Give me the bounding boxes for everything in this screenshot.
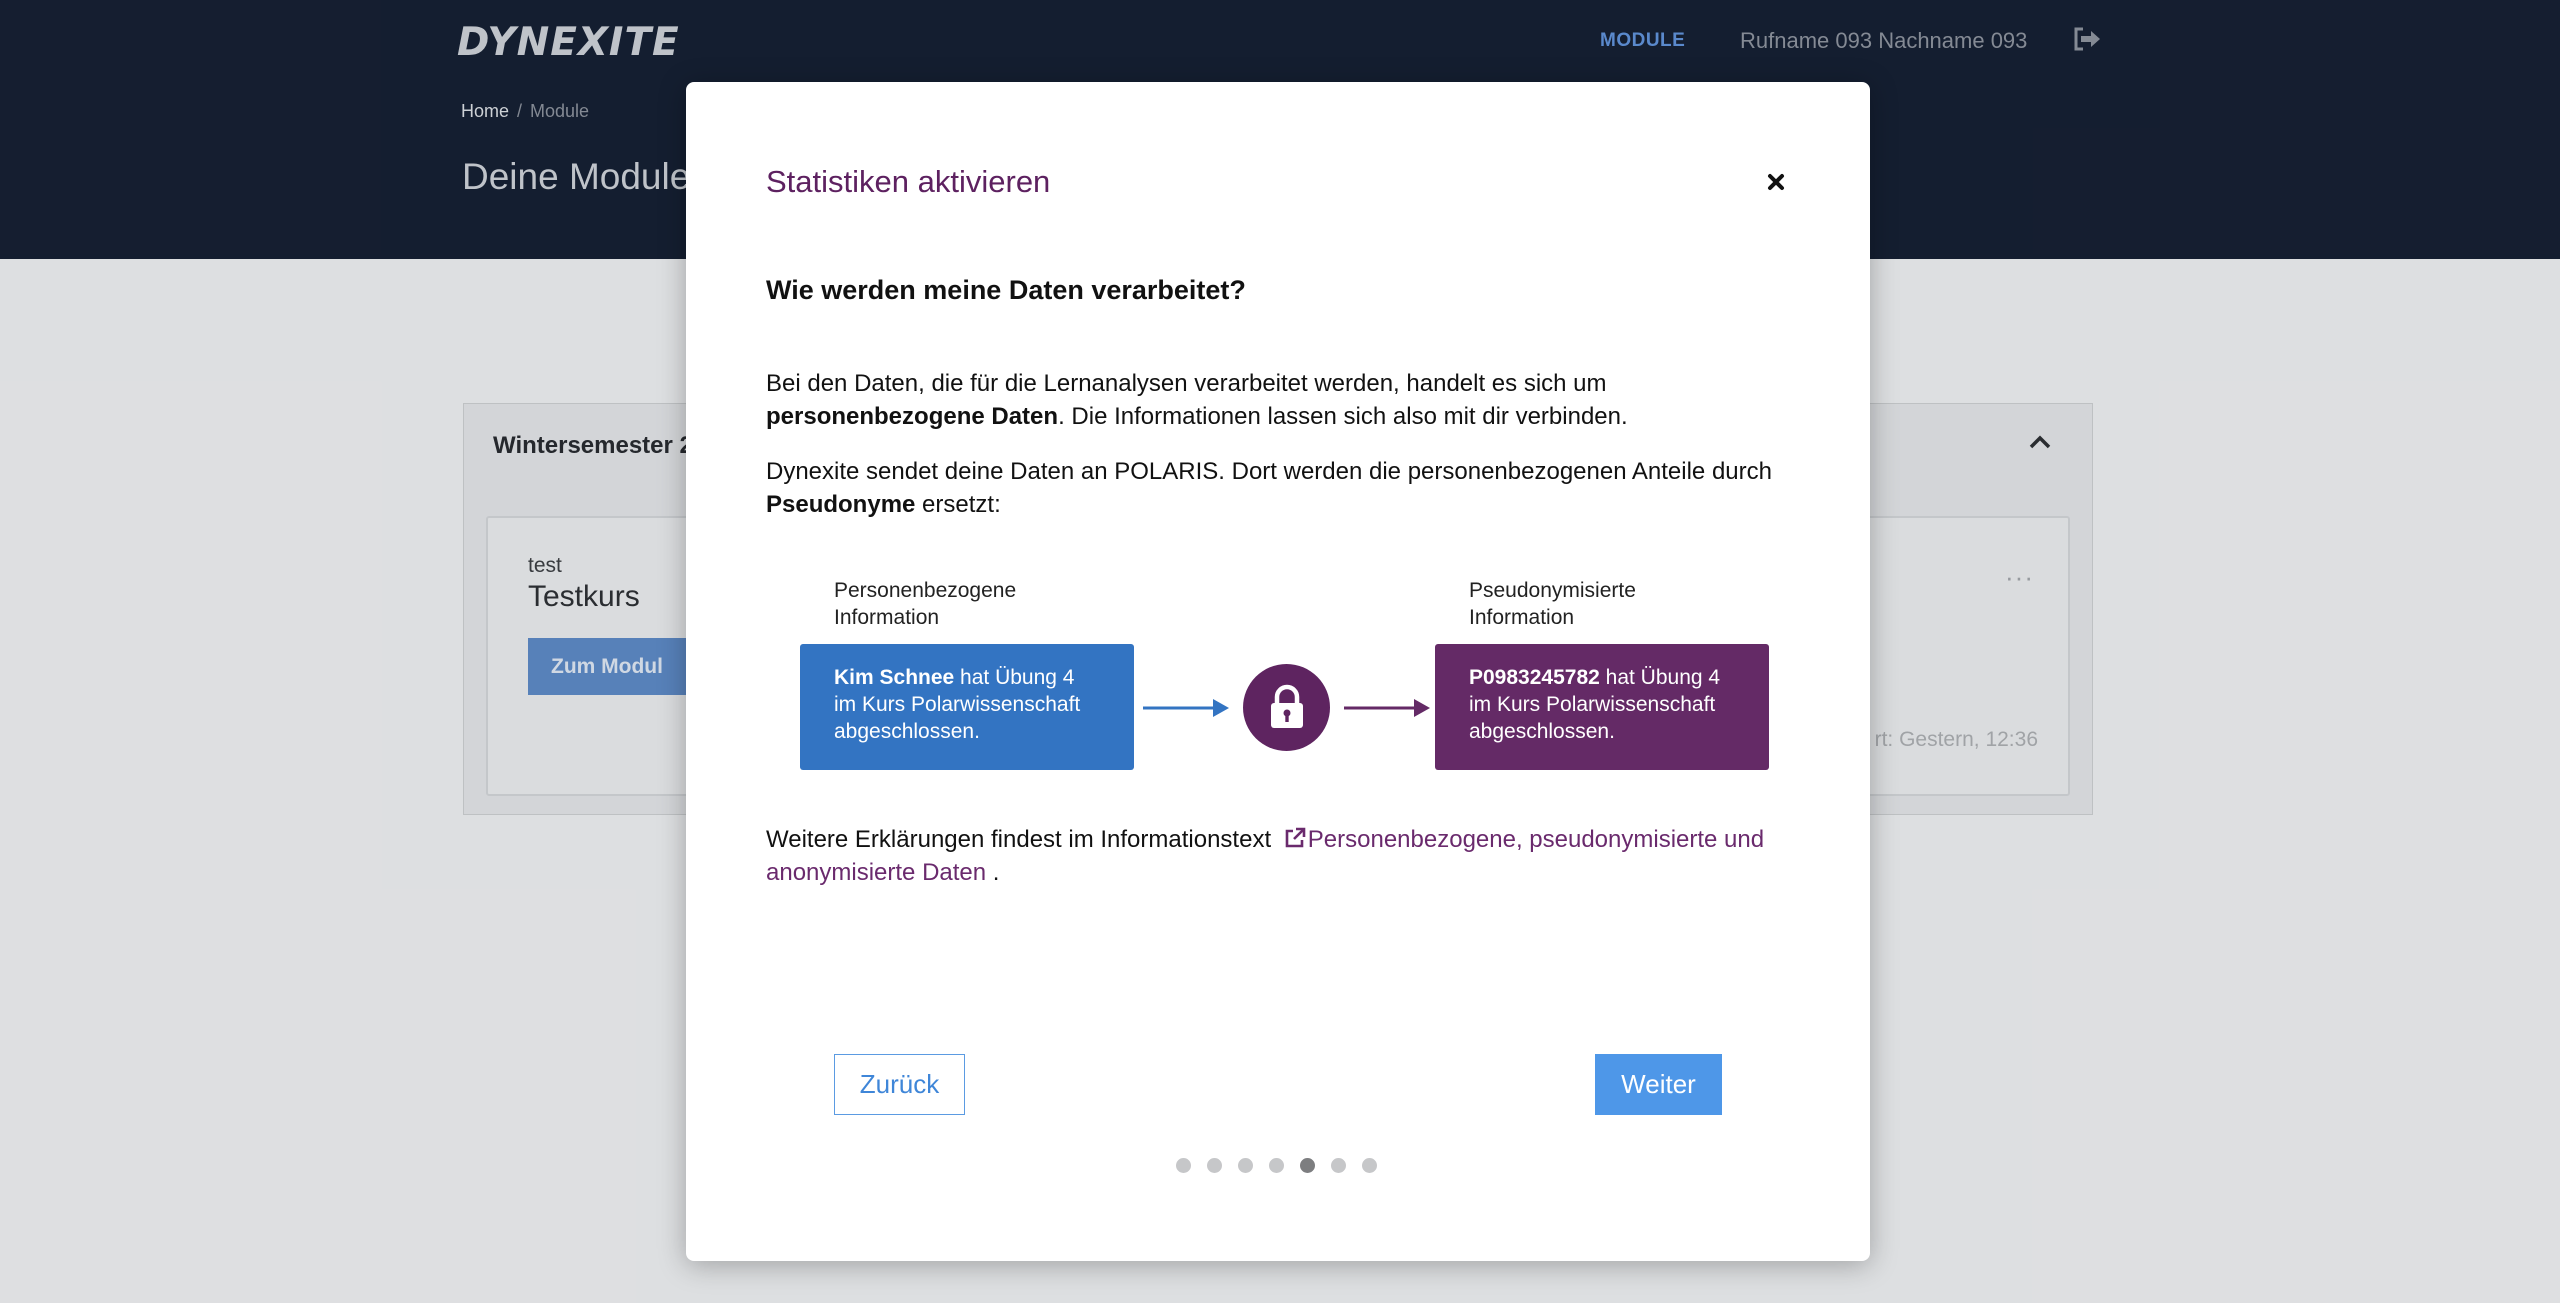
personal-data-box: Kim Schnee hat Übung 4 im Kurs Polarwiss…	[800, 644, 1134, 770]
statistics-modal: Statistiken aktivieren Wie werden meine …	[686, 82, 1870, 1261]
paragraph-personal-data: Bei den Daten, die für die Lernanalysen …	[766, 367, 1806, 433]
pager-dot[interactable]	[1362, 1158, 1377, 1173]
lock-icon	[1243, 664, 1330, 751]
personal-info-label-line1: Personenbezogene	[834, 579, 1017, 602]
personal-text-1: hat Übung 4	[954, 666, 1075, 689]
para1-text-c: . Die Informationen lassen sich also mit…	[1058, 403, 1628, 430]
next-button[interactable]: Weiter	[1595, 1054, 1722, 1115]
pager-dot[interactable]	[1176, 1158, 1191, 1173]
paragraph-pseudonyms: Dynexite sendet deine Daten an POLARIS. …	[766, 455, 1806, 521]
personal-name: Kim Schnee	[834, 666, 955, 689]
pager-dots	[1176, 1158, 1377, 1174]
pager-dot[interactable]	[1238, 1158, 1253, 1173]
pseudonym-text-3: abgeschlossen.	[1469, 720, 1615, 743]
personal-info-label: Personenbezogene Information	[834, 577, 1074, 631]
para2-bold: Pseudonyme	[766, 491, 916, 518]
arrow-right-icon	[1141, 693, 1233, 723]
para2-text-a: Dynexite sendet deine Daten an POLARIS. …	[766, 458, 1772, 485]
pager-dot[interactable]	[1300, 1158, 1315, 1173]
close-icon[interactable]	[1762, 168, 1790, 196]
modal-title: Statistiken aktivieren	[766, 164, 1051, 199]
pager-dot[interactable]	[1207, 1158, 1222, 1173]
arrow-right-icon	[1340, 693, 1432, 723]
pseudonym-text-2: im Kurs Polarwissenschaft	[1469, 693, 1716, 716]
para1-bold: personenbezogene Daten	[766, 403, 1059, 430]
info-prefix: Weitere Erklärungen findest im Informati…	[766, 826, 1278, 853]
back-button[interactable]: Zurück	[834, 1054, 965, 1115]
pseudonymized-info-label-line1: Pseudonymisierte	[1469, 579, 1636, 602]
personal-info-label-line2: Information	[834, 606, 940, 629]
pager-dot[interactable]	[1331, 1158, 1346, 1173]
pseudonym-text-1: hat Übung 4	[1599, 666, 1721, 689]
para1-text-a: Bei den Daten, die für die Lernanalysen …	[766, 370, 1607, 397]
pseudonymized-data-box: P0983245782 hat Übung 4 im Kurs Polarwis…	[1435, 644, 1769, 770]
pseudonymized-info-label-line2: Information	[1469, 606, 1575, 629]
external-link-icon[interactable]	[1284, 825, 1306, 848]
pseudonym-id: P0983245782	[1469, 666, 1600, 689]
info-text: Weitere Erklärungen findest im Informati…	[766, 823, 1806, 889]
info-suffix: .	[986, 859, 1000, 886]
personal-text-2: im Kurs Polarwissenschaft	[834, 693, 1081, 716]
section-heading: Wie werden meine Daten verarbeitet?	[766, 275, 1246, 305]
pseudonymized-info-label: Pseudonymisierte Information	[1469, 577, 1709, 631]
pager-dot[interactable]	[1269, 1158, 1284, 1173]
personal-text-3: abgeschlossen.	[834, 720, 980, 743]
para2-text-c: ersetzt:	[915, 491, 1001, 518]
